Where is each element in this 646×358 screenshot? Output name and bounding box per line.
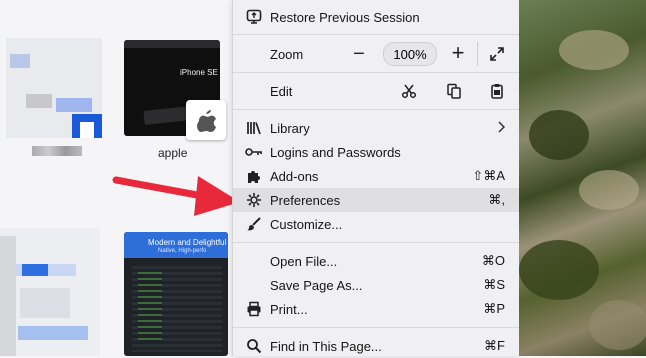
gear-icon [245, 191, 263, 209]
copy-icon [447, 83, 461, 99]
menu-item-save-page[interactable]: Save Page As... ⌘S [233, 273, 519, 297]
fullscreen-icon [490, 47, 504, 61]
menu-item-find[interactable]: Find in This Page... ⌘F [233, 334, 519, 358]
menu-separator [233, 34, 519, 35]
menu-item-print[interactable]: Print... ⌘P [233, 297, 519, 321]
fullscreen-button[interactable] [487, 44, 507, 64]
menu-item-open-file[interactable]: Open File... ⌘O [233, 249, 519, 273]
menu-separator [233, 327, 519, 328]
key-icon [245, 143, 263, 161]
desktop-wallpaper [519, 0, 646, 356]
menu-label-addons: Add-ons [270, 168, 319, 184]
new-tab-page: iPhone SE apple Modern and Delightful Na… [0, 0, 240, 356]
menu-label-customize: Customize... [270, 216, 343, 232]
paste-button[interactable] [487, 81, 507, 101]
blurred-tile-2[interactable] [0, 228, 100, 356]
menu-item-library[interactable]: Library [233, 116, 519, 140]
save-page-shortcut: ⌘S [483, 277, 505, 292]
library-icon [245, 119, 263, 137]
printer-icon [245, 300, 263, 318]
menu-label-preferences: Preferences [270, 192, 341, 208]
code-editor-thumbnail-subtitle: Native, High-perfo [158, 248, 207, 254]
puzzle-icon [245, 167, 263, 185]
paintbrush-icon [245, 215, 263, 233]
cut-button[interactable] [399, 81, 419, 101]
print-shortcut: ⌘P [483, 301, 505, 316]
preferences-shortcut: ⌘, [488, 192, 505, 207]
menu-label-save-page: Save Page As... [270, 277, 363, 293]
zoom-in-button[interactable]: + [448, 40, 468, 65]
apple-logo-icon [197, 110, 216, 132]
app-menu-panel: Restore Previous Session Zoom − 100% + E… [232, 0, 519, 356]
menu-separator [233, 109, 519, 110]
menu-label-zoom: Zoom [270, 46, 304, 62]
menu-label-restore: Restore Previous Session [270, 9, 420, 25]
apple-thumbnail-title: iPhone SE [180, 68, 218, 77]
zoom-reset-button[interactable]: 100% [383, 42, 437, 66]
menu-label-print: Print... [270, 301, 308, 317]
menu-label-find: Find in This Page... [270, 338, 382, 354]
menu-item-preferences[interactable]: Preferences ⌘, [233, 188, 519, 212]
chevron-right-icon [497, 120, 506, 136]
zoom-out-button[interactable]: − [349, 43, 369, 65]
code-editor-thumbnail-title: Modern and Delightful [148, 238, 227, 247]
scissors-icon [401, 84, 417, 99]
find-shortcut: ⌘F [484, 338, 505, 353]
code-editor-thumbnail[interactable]: Modern and Delightful Native, High-perfo [124, 232, 228, 356]
open-file-shortcut: ⌘O [481, 253, 505, 268]
search-icon [245, 337, 263, 355]
apple-tile-label: apple [158, 146, 188, 160]
apple-logo-badge [186, 100, 226, 140]
menu-row-edit: Edit [233, 79, 519, 103]
red-arrow-annotation [112, 176, 240, 216]
blurred-tile-1-label [32, 146, 82, 156]
menu-label-logins: Logins and Passwords [270, 144, 401, 160]
menu-item-logins[interactable]: Logins and Passwords [233, 140, 519, 164]
addons-shortcut: ⇧⌘A [472, 168, 505, 183]
clipboard-icon [491, 84, 503, 99]
menu-separator [233, 242, 519, 243]
menu-label-edit: Edit [270, 83, 293, 99]
menu-item-restore-session[interactable]: Restore Previous Session [233, 5, 519, 29]
copy-button[interactable] [444, 81, 464, 101]
menu-item-addons[interactable]: Add-ons ⇧⌘A [233, 164, 519, 188]
restore-session-icon [245, 8, 263, 26]
menu-item-customize[interactable]: Customize... [233, 212, 519, 236]
menu-label-open-file: Open File... [270, 253, 338, 269]
menu-label-library: Library [270, 120, 310, 136]
blurred-tile-1[interactable] [6, 38, 102, 138]
menu-separator [233, 72, 519, 73]
